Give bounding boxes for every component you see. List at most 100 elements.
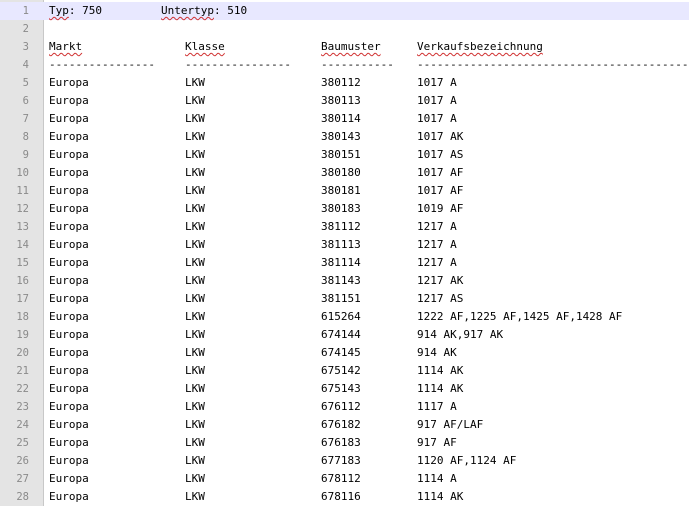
cell-baumuster: 380114	[321, 112, 361, 125]
editor-line-current[interactable]: 1 Typ: 750 Untertyp: 510	[0, 2, 689, 20]
cell-verkaufsbezeichnung: 1017 AF	[417, 184, 464, 197]
cell-klasse: LKW	[185, 202, 205, 215]
table-row[interactable]: 18 Europa LKW 615264 1222 AF,1225 AF,1425 AF…	[0, 308, 689, 326]
table-row[interactable]: 14 Europa LKW 381113 1217 A	[0, 236, 689, 254]
cell-baumuster: 381113	[321, 238, 361, 251]
cell-klasse: LKW	[185, 436, 205, 449]
cell-baumuster: 381112	[321, 220, 361, 233]
cell-markt: Europa	[49, 400, 89, 413]
cell-klasse: LKW	[185, 238, 205, 251]
text-editor[interactable]: 1 Typ: 750 Untertyp: 510 2 3 Markt Klass…	[0, 0, 689, 506]
cell-klasse: LKW	[185, 418, 205, 431]
cell-verkaufsbezeichnung: 1114 AK	[417, 364, 464, 377]
untertyp-segment[interactable]: Untertyp: 510	[161, 2, 247, 20]
table-row[interactable]: 10 Europa LKW 380180 1017 AF	[0, 164, 689, 182]
table-row[interactable]: 13 Europa LKW 381112 1217 A	[0, 218, 689, 236]
table-row[interactable]: 7 Europa LKW 380114 1017 A	[0, 110, 689, 128]
table-row[interactable]: 16 Europa LKW 381143 1217 AK	[0, 272, 689, 290]
table-row[interactable]: 11 Europa LKW 380181 1017 AF	[0, 182, 689, 200]
cell-baumuster: 676183	[321, 436, 361, 449]
table-row[interactable]: 12 Europa LKW 380183 1019 AF	[0, 200, 689, 218]
cell-verkaufsbezeichnung: 1117 A	[417, 400, 457, 413]
editor-line[interactable]: 2	[0, 20, 689, 38]
cell-klasse: LKW	[185, 148, 205, 161]
editor-line-separator[interactable]: 4 ---------------- ---------------- ----…	[0, 56, 689, 74]
table-row[interactable]: 26 Europa LKW 677183 1120 AF,1124 AF	[0, 452, 689, 470]
table-row[interactable]: 9 Europa LKW 380151 1017 AS	[0, 146, 689, 164]
line-number: 2	[22, 23, 29, 35]
separator: -----------	[321, 58, 394, 71]
cell-markt: Europa	[49, 292, 89, 305]
table-row[interactable]: 24 Europa LKW 676182 917 AF/LAF	[0, 416, 689, 434]
cell-klasse: LKW	[185, 382, 205, 395]
cell-markt: Europa	[49, 220, 89, 233]
cell-markt: Europa	[49, 346, 89, 359]
typ-label: Typ	[49, 4, 69, 17]
table-row[interactable]: 6 Europa LKW 380113 1017 A	[0, 92, 689, 110]
typ-value: : 750	[68, 4, 102, 17]
cell-verkaufsbezeichnung: 1017 A	[417, 76, 457, 89]
cell-klasse: LKW	[185, 166, 205, 179]
separator: ----------------------------------------…	[417, 58, 689, 71]
cell-markt: Europa	[49, 472, 89, 485]
cell-markt: Europa	[49, 256, 89, 269]
cell-verkaufsbezeichnung: 1019 AF	[417, 202, 464, 215]
table-row[interactable]: 25 Europa LKW 676183 917 AF	[0, 434, 689, 452]
cell-verkaufsbezeichnung: 1017 AS	[417, 148, 464, 161]
cell-verkaufsbezeichnung: 1217 AS	[417, 292, 464, 305]
table-row[interactable]: 21 Europa LKW 675142 1114 AK	[0, 362, 689, 380]
table-row[interactable]: 27 Europa LKW 678112 1114 A	[0, 470, 689, 488]
cell-klasse: LKW	[185, 454, 205, 467]
table-row[interactable]: 19 Europa LKW 674144 914 AK,917 AK	[0, 326, 689, 344]
table-row[interactable]: 22 Europa LKW 675143 1114 AK	[0, 380, 689, 398]
table-row[interactable]: 23 Europa LKW 676112 1117 A	[0, 398, 689, 416]
line-number: 24	[16, 419, 29, 431]
cell-markt: Europa	[49, 274, 89, 287]
cell-markt: Europa	[49, 238, 89, 251]
line-number: 28	[16, 491, 29, 503]
cell-markt: Europa	[49, 418, 89, 431]
cell-markt: Europa	[49, 454, 89, 467]
separator: ----------------	[49, 58, 155, 71]
line-number: 25	[16, 437, 29, 449]
table-row[interactable]: 20 Europa LKW 674145 914 AK	[0, 344, 689, 362]
cell-klasse: LKW	[185, 256, 205, 269]
line-number: 7	[22, 113, 29, 125]
table-row[interactable]: 28 Europa LKW 678116 1114 AK	[0, 488, 689, 506]
table-row[interactable]: 15 Europa LKW 381114 1217 A	[0, 254, 689, 272]
cell-markt: Europa	[49, 184, 89, 197]
editor-line-header[interactable]: 3 Markt Klasse Baumuster Verkaufsbezeich…	[0, 38, 689, 56]
line-number: 13	[16, 221, 29, 233]
cell-baumuster: 676182	[321, 418, 361, 431]
cell-verkaufsbezeichnung: 917 AF/LAF	[417, 418, 484, 431]
table-row[interactable]: 5 Europa LKW 380112 1017 A	[0, 74, 689, 92]
cell-klasse: LKW	[185, 130, 205, 143]
cell-baumuster: 674145	[321, 346, 361, 359]
line-number: 18	[16, 311, 29, 323]
cell-baumuster: 674144	[321, 328, 361, 341]
cell-markt: Europa	[49, 436, 89, 449]
line-number: 19	[16, 329, 29, 341]
line-number: 10	[16, 167, 29, 179]
line-number: 23	[16, 401, 29, 413]
cell-baumuster: 676112	[321, 400, 361, 413]
cell-verkaufsbezeichnung: 914 AK	[417, 346, 457, 359]
table-row[interactable]: 8 Europa LKW 380143 1017 AK	[0, 128, 689, 146]
cell-baumuster: 381114	[321, 256, 361, 269]
cell-markt: Europa	[49, 382, 89, 395]
cell-verkaufsbezeichnung: 1017 A	[417, 112, 457, 125]
cell-markt: Europa	[49, 166, 89, 179]
cell-klasse: LKW	[185, 328, 205, 341]
cell-verkaufsbezeichnung: 914 AK,917 AK	[417, 328, 504, 341]
line-number: 27	[16, 473, 29, 485]
table-row[interactable]: 17 Europa LKW 381151 1217 AS	[0, 290, 689, 308]
cell-klasse: LKW	[185, 220, 205, 233]
cell-verkaufsbezeichnung: 1120 AF,1124 AF	[417, 454, 517, 467]
cell-verkaufsbezeichnung: 1222 AF,1225 AF,1425 AF,1428 AF	[417, 310, 623, 323]
editor-lines[interactable]: 1 Typ: 750 Untertyp: 510 2 3 Markt Klass…	[0, 2, 689, 506]
cell-verkaufsbezeichnung: 1017 A	[417, 94, 457, 107]
line-content[interactable]: Typ: 750	[49, 2, 102, 20]
cell-baumuster: 615264	[321, 310, 361, 323]
line-number: 17	[16, 293, 29, 305]
cell-baumuster: 677183	[321, 454, 361, 467]
